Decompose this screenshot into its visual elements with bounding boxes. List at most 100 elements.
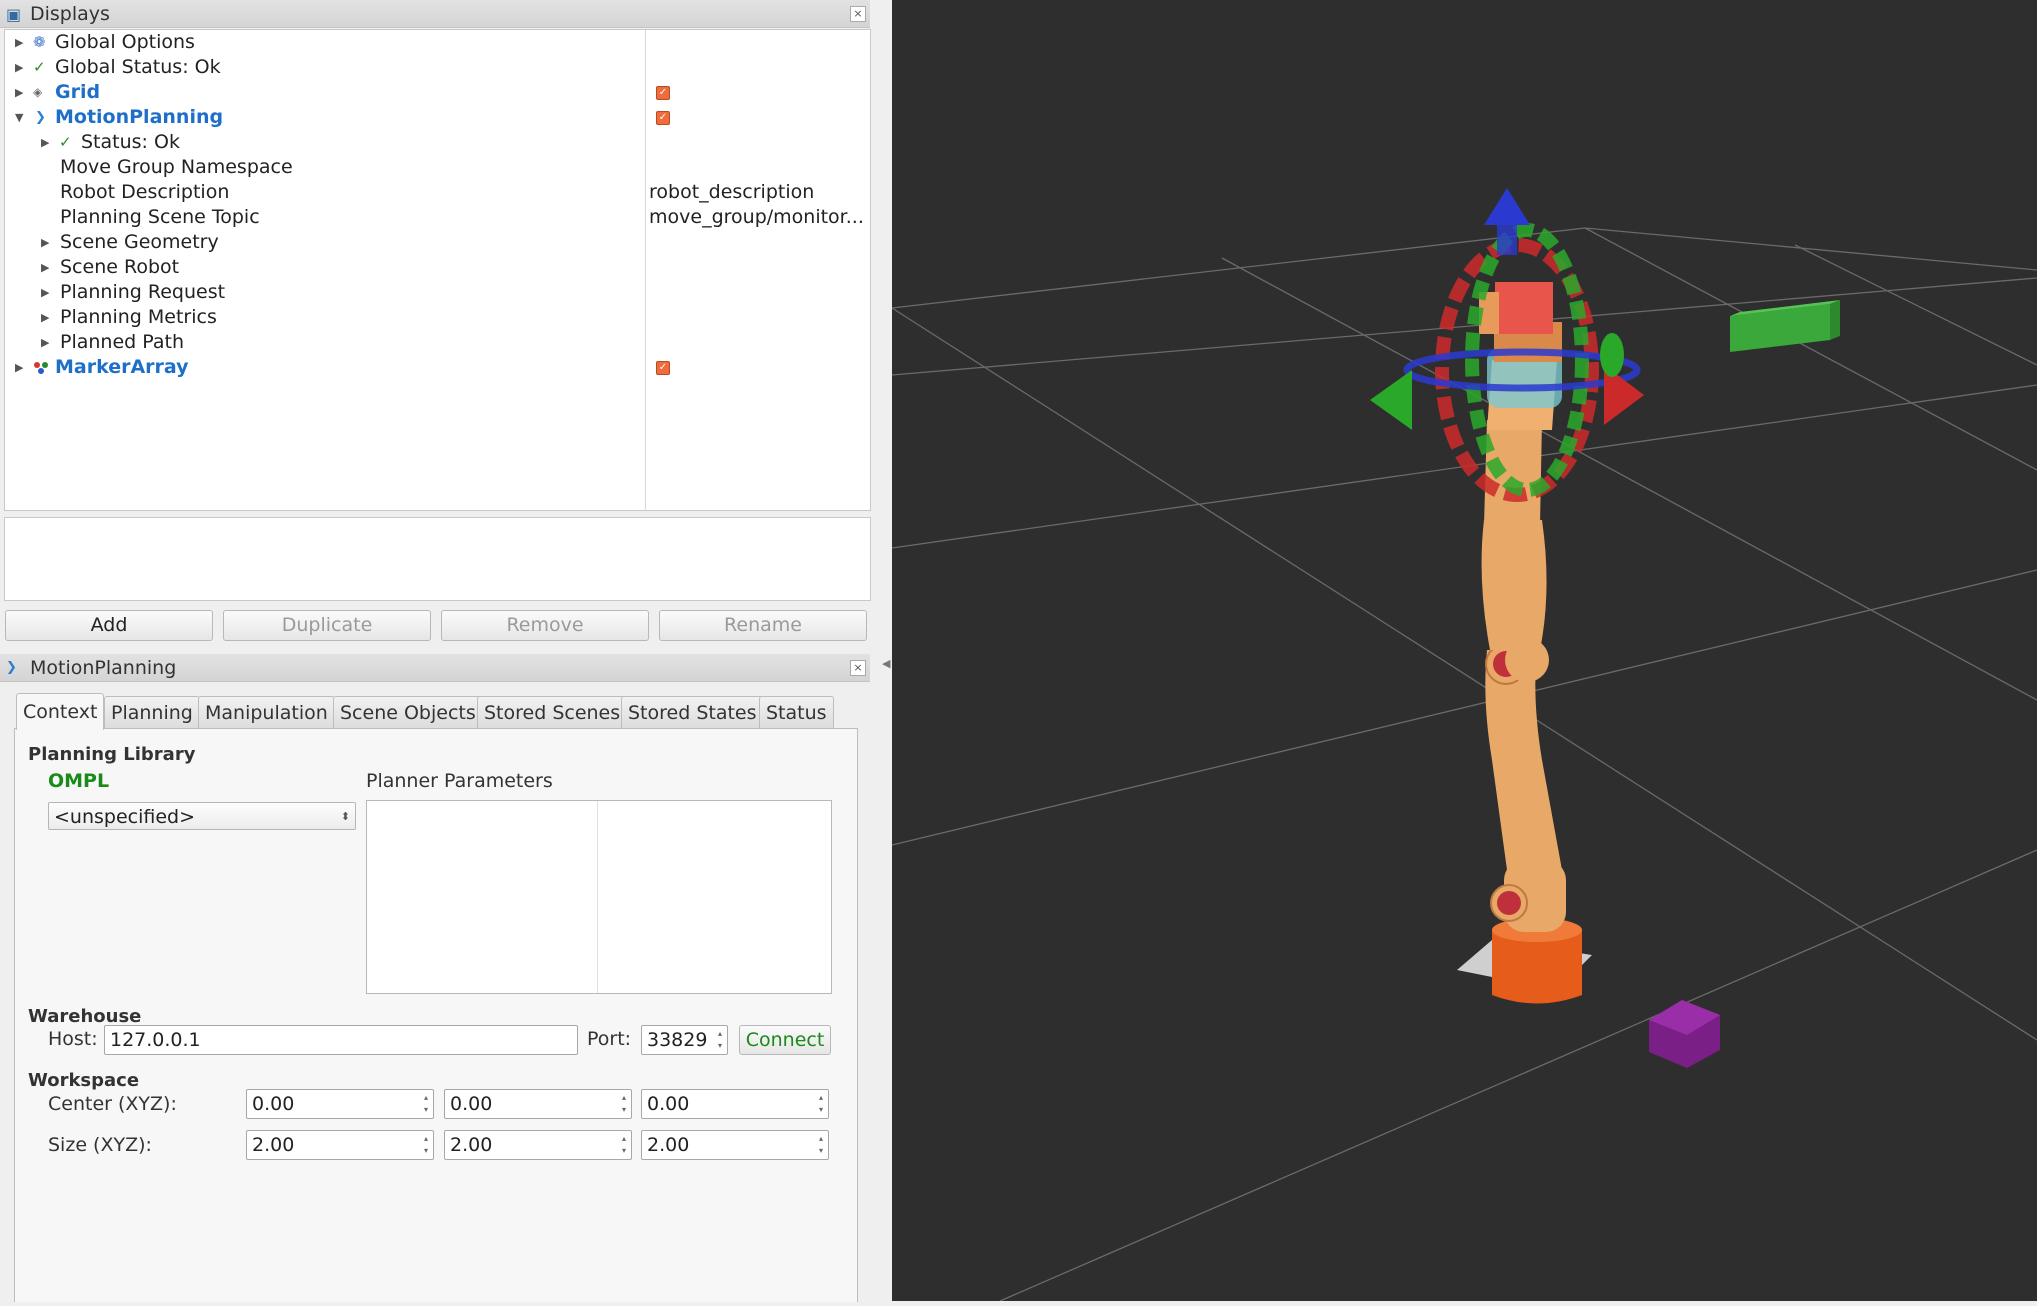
- size-x-spinbox[interactable]: 2.00 ▴ ▾: [246, 1130, 434, 1160]
- planner-parameters-label: Planner Parameters: [366, 770, 553, 792]
- tree-item-planning-metrics[interactable]: ▶ Planning Metrics: [5, 305, 870, 330]
- motionplanning-enabled-checkbox[interactable]: ✓: [656, 111, 670, 125]
- expand-arrow-icon[interactable]: ▶: [15, 30, 23, 55]
- expand-arrow-icon[interactable]: ▶: [41, 330, 49, 355]
- tree-item-scene-geometry[interactable]: ▶ Scene Geometry: [5, 230, 870, 255]
- host-label: Host:: [48, 1028, 98, 1050]
- spin-arrows-icon[interactable]: ▴ ▾: [816, 1133, 826, 1157]
- tab-stored-scenes[interactable]: Stored Scenes: [477, 696, 628, 729]
- connect-button[interactable]: Connect: [739, 1025, 831, 1055]
- rename-button[interactable]: Rename: [659, 610, 867, 641]
- tree-item-planned-path[interactable]: ▶ Planned Path: [5, 330, 870, 355]
- marker-array-icon: [33, 355, 49, 380]
- tree-item-markerarray[interactable]: ▶ MarkerArray ✓: [5, 355, 870, 380]
- tree-item-global-options[interactable]: ▶ ❁ Global Options: [5, 30, 870, 55]
- spin-arrows-icon[interactable]: ▴ ▾: [816, 1092, 826, 1116]
- check-icon: ✓: [59, 133, 72, 151]
- port-spinbox[interactable]: 33829 ▴ ▾: [641, 1025, 728, 1055]
- tree-item-grid[interactable]: ▶ ◈ Grid ✓: [5, 80, 870, 105]
- tree-label: Planning Scene Topic: [60, 206, 260, 228]
- motionplanning-title: MotionPlanning: [30, 657, 177, 679]
- left-panel: ▣ Displays × ▶ ❁ Global Options ▶ ✓ Glob…: [0, 0, 892, 1302]
- markerarray-enabled-checkbox[interactable]: ✓: [656, 361, 670, 375]
- motionplanning-titlebar: ❯ MotionPlanning ×: [0, 654, 870, 682]
- spin-arrows-icon[interactable]: ▴ ▾: [619, 1133, 629, 1157]
- warehouse-heading: Warehouse: [28, 1006, 142, 1027]
- splitter-arrow-icon[interactable]: ◀: [882, 657, 890, 670]
- tree-item-robot-description[interactable]: Robot Description robot_description: [5, 180, 870, 205]
- tree-item-planning-request[interactable]: ▶ Planning Request: [5, 280, 870, 305]
- expand-arrow-icon[interactable]: ▶: [15, 80, 23, 105]
- tree-item-scene-robot[interactable]: ▶ Scene Robot: [5, 255, 870, 280]
- tab-stored-states[interactable]: Stored States: [621, 696, 764, 729]
- close-icon[interactable]: ×: [850, 6, 866, 22]
- check-icon: ✓: [33, 58, 46, 76]
- add-button[interactable]: Add: [5, 610, 213, 641]
- tree-item-motionplanning[interactable]: ▼ ❯ MotionPlanning ✓: [5, 105, 870, 130]
- scene-render: [891, 188, 2037, 1302]
- size-z-value: 2.00: [647, 1134, 690, 1156]
- expand-arrow-icon[interactable]: ▶: [41, 230, 49, 255]
- spin-arrows-icon[interactable]: ▴ ▾: [421, 1133, 431, 1157]
- center-z-spinbox[interactable]: 0.00 ▴ ▾: [641, 1089, 829, 1119]
- tree-label: Grid: [55, 81, 101, 103]
- motion-planning-icon: ❯: [35, 110, 46, 125]
- spin-arrows-icon[interactable]: ▴ ▾: [715, 1028, 725, 1052]
- center-x-spinbox[interactable]: 0.00 ▴ ▾: [246, 1089, 434, 1119]
- size-y-spinbox[interactable]: 2.00 ▴ ▾: [444, 1130, 632, 1160]
- tree-item-status[interactable]: ▶ ✓ Status: Ok: [5, 130, 870, 155]
- purple-box-object: [1649, 1000, 1720, 1068]
- host-input[interactable]: 127.0.0.1: [104, 1025, 578, 1055]
- display-tree[interactable]: ▶ ❁ Global Options ▶ ✓ Global Status: Ok…: [4, 29, 871, 511]
- tree-item-move-group-namespace[interactable]: Move Group Namespace: [5, 155, 870, 180]
- tree-label: Global Options: [55, 31, 195, 53]
- tree-value[interactable]: move_group/monitor...: [649, 205, 867, 230]
- displays-title: Displays: [30, 3, 110, 25]
- workspace-heading: Workspace: [28, 1070, 140, 1091]
- expand-arrow-icon[interactable]: ▶: [41, 130, 49, 155]
- port-label: Port:: [587, 1028, 632, 1050]
- size-z-spinbox[interactable]: 2.00 ▴ ▾: [641, 1130, 829, 1160]
- expand-arrow-icon[interactable]: ▶: [41, 255, 49, 280]
- green-box-object: [1730, 300, 1840, 352]
- tree-label: Planned Path: [60, 331, 184, 353]
- expand-arrow-icon[interactable]: ▶: [41, 280, 49, 305]
- updown-arrow-icon: ⬍: [340, 810, 350, 823]
- expand-arrow-icon[interactable]: ▶: [15, 355, 23, 380]
- grid-icon: ◈: [33, 85, 43, 99]
- planning-library-heading: Planning Library: [28, 744, 196, 765]
- tab-manipulation[interactable]: Manipulation: [198, 696, 335, 729]
- planner-select[interactable]: <unspecified> ⬍: [48, 802, 356, 830]
- close-icon[interactable]: ×: [850, 660, 866, 676]
- gear-icon: ❁: [33, 33, 46, 51]
- center-xyz-label: Center (XYZ):: [48, 1093, 177, 1115]
- expand-arrow-icon[interactable]: ▶: [41, 305, 49, 330]
- remove-button[interactable]: Remove: [441, 610, 649, 641]
- collapse-arrow-icon[interactable]: ▼: [15, 105, 23, 130]
- tab-planning[interactable]: Planning: [104, 696, 200, 729]
- spin-arrows-icon[interactable]: ▴ ▾: [619, 1092, 629, 1116]
- tree-label: Move Group Namespace: [60, 156, 293, 178]
- tab-context[interactable]: Context: [16, 693, 105, 730]
- size-xyz-label: Size (XYZ):: [48, 1134, 152, 1156]
- monitor-icon: ▣: [6, 5, 22, 24]
- column-divider: [597, 801, 598, 993]
- duplicate-button[interactable]: Duplicate: [223, 610, 431, 641]
- tab-scene-objects[interactable]: Scene Objects: [333, 696, 483, 729]
- 3d-viewport[interactable]: [891, 0, 2037, 1302]
- port-value: 33829: [647, 1029, 708, 1051]
- tree-item-global-status[interactable]: ▶ ✓ Global Status: Ok: [5, 55, 870, 80]
- planning-library-name: OMPL: [48, 770, 110, 792]
- tree-value[interactable]: robot_description: [649, 180, 867, 205]
- displays-titlebar: ▣ Displays ×: [0, 0, 870, 28]
- tab-status[interactable]: Status: [759, 696, 834, 729]
- planner-parameters-table[interactable]: [366, 800, 832, 994]
- property-description-box: [4, 517, 871, 601]
- grid-enabled-checkbox[interactable]: ✓: [656, 86, 670, 100]
- center-y-value: 0.00: [450, 1093, 493, 1115]
- tree-label: Scene Robot: [60, 256, 180, 278]
- tree-item-planning-scene-topic[interactable]: Planning Scene Topic move_group/monitor.…: [5, 205, 870, 230]
- center-y-spinbox[interactable]: 0.00 ▴ ▾: [444, 1089, 632, 1119]
- spin-arrows-icon[interactable]: ▴ ▾: [421, 1092, 431, 1116]
- expand-arrow-icon[interactable]: ▶: [15, 55, 23, 80]
